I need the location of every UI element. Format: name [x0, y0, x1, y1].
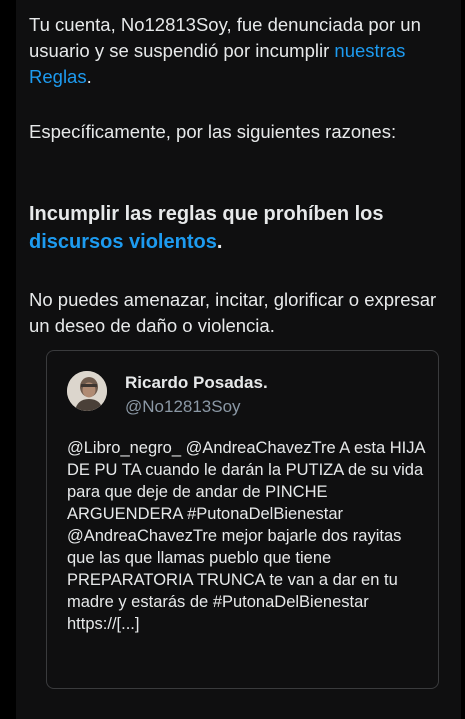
- email-frame: Tu cuenta, No12813Soy, fue denunciada po…: [0, 0, 465, 719]
- tweet-author-handle[interactable]: @No12813Soy: [125, 396, 241, 418]
- violation-detail: No puedes amenazar, incitar, glorificar …: [29, 289, 437, 336]
- violation-period: .: [216, 231, 223, 253]
- violation-text: Incumplir las reglas que prohíben los: [29, 203, 384, 225]
- violation-heading: Incumplir las reglas que prohíben los di…: [29, 200, 449, 256]
- violent-speech-link[interactable]: discursos violentos: [29, 231, 217, 253]
- reasons-intro: Específicamente, por las siguientes razo…: [29, 121, 397, 142]
- avatar-photo-icon: [67, 371, 107, 411]
- reported-tweet-card[interactable]: Ricardo Posadas. @No12813Soy @Libro_negr…: [46, 350, 439, 689]
- tweet-author-name[interactable]: Ricardo Posadas.: [125, 372, 268, 394]
- suspension-notice: Tu cuenta, No12813Soy, fue denunciada po…: [29, 12, 429, 90]
- tweet-text: @Libro_negro_ @AndreaChavezTre A esta HI…: [67, 439, 425, 633]
- avatar[interactable]: [67, 371, 107, 411]
- notice-period: .: [86, 66, 92, 87]
